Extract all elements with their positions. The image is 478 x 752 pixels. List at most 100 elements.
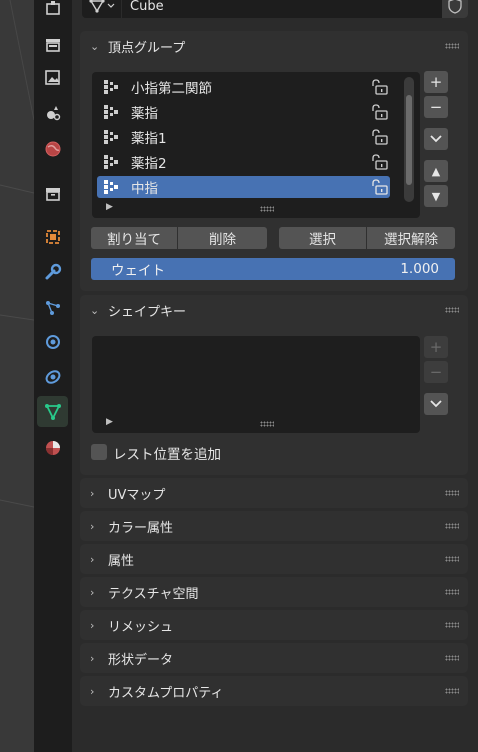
filter-options-toggle-icon[interactable]: ▶ xyxy=(106,202,113,212)
weight-value: 1.000 xyxy=(400,261,439,277)
drag-handle-icon[interactable] xyxy=(445,622,459,628)
chevron-right-icon: › xyxy=(90,519,95,533)
move-down-button[interactable]: ▼ xyxy=(424,185,448,207)
shape-key-list[interactable]: ▶ xyxy=(92,336,420,433)
vertex-group-icon xyxy=(104,105,118,119)
vertex-groups-header[interactable]: ⌄ 頂点グループ xyxy=(80,31,468,61)
drag-handle-icon[interactable] xyxy=(445,43,459,49)
remesh-panel-header[interactable]: › リメッシュ xyxy=(80,610,468,640)
vertex-group-icon xyxy=(104,180,118,194)
list-item[interactable]: 薬指2 xyxy=(97,151,390,173)
add-vertex-group-button[interactable]: + xyxy=(424,71,448,93)
list-item[interactable]: 薬指 xyxy=(97,101,390,123)
panel-title: カスタムプロパティ xyxy=(108,685,224,701)
attributes-panel-header[interactable]: › 属性 xyxy=(80,544,468,574)
drag-handle-icon[interactable] xyxy=(445,655,459,661)
drag-handle-icon[interactable] xyxy=(445,688,459,694)
drag-handle-icon[interactable] xyxy=(445,490,459,496)
vertex-groups-panel: ⌄ 頂点グループ 小指第二関節 薬指 薬指1 薬指2 中指 ▶ + − ▲ ▼ … xyxy=(80,31,468,291)
properties-editor: Cube ⌄ 頂点グループ 小指第二関節 薬指 薬指1 薬指2 中指 ▶ + −… xyxy=(72,0,478,752)
view-layer-icon[interactable] xyxy=(37,97,68,128)
weight-slider[interactable]: ウェイト 1.000 xyxy=(91,258,455,280)
list-resize-handle[interactable] xyxy=(260,206,274,212)
drag-handle-icon[interactable] xyxy=(445,556,459,562)
object-icon[interactable] xyxy=(37,221,68,252)
panel-title: 形状データ xyxy=(108,652,174,668)
collection-icon[interactable] xyxy=(37,178,68,209)
relative-checkbox[interactable] xyxy=(91,444,107,460)
chevron-right-icon: › xyxy=(90,486,95,500)
vertex-group-icon xyxy=(104,130,118,144)
tool-icon[interactable] xyxy=(37,0,68,23)
vertex-groups-title: 頂点グループ xyxy=(108,40,186,56)
particles-icon[interactable] xyxy=(37,292,68,323)
relative-checkbox-label: レスト位置を追加 xyxy=(113,447,221,463)
vertex-group-label: 薬指1 xyxy=(131,131,167,147)
assign-button[interactable]: 割り当て xyxy=(91,227,177,249)
panel-title: テクスチャ空間 xyxy=(108,586,199,602)
object-data-name[interactable]: Cube xyxy=(122,0,164,14)
vertex-group-label: 小指第二関節 xyxy=(131,81,212,97)
vertex-group-list[interactable]: 小指第二関節 薬指 薬指1 薬指2 中指 ▶ xyxy=(92,72,420,218)
drag-handle-icon[interactable] xyxy=(445,307,459,313)
remove-from-group-button[interactable]: 削除 xyxy=(178,227,267,249)
geometry-data-panel-header[interactable]: › 形状データ xyxy=(80,643,468,673)
fake-user-shield-icon[interactable] xyxy=(442,0,468,18)
chevron-down-icon xyxy=(430,400,442,408)
add-shape-key-button[interactable]: + xyxy=(424,336,448,358)
vertex-group-label: 薬指2 xyxy=(131,156,167,172)
viewport-edge[interactable] xyxy=(0,0,34,752)
filter-options-toggle-icon[interactable]: ▶ xyxy=(106,417,113,427)
custom-properties-panel-header[interactable]: › カスタムプロパティ xyxy=(80,676,468,706)
list-item-selected[interactable]: 中指 xyxy=(97,176,390,198)
viewport-grid xyxy=(0,0,34,508)
panel-title: リメッシュ xyxy=(108,619,174,635)
unlock-icon[interactable] xyxy=(370,129,388,145)
panel-title: UVマップ xyxy=(108,487,166,503)
unlock-icon[interactable] xyxy=(370,179,388,195)
chevron-down-icon: ⌄ xyxy=(90,39,100,53)
vertex-group-specials-button[interactable] xyxy=(424,128,448,150)
unlock-icon[interactable] xyxy=(370,154,388,170)
list-scrollbar[interactable] xyxy=(404,77,414,202)
list-resize-handle[interactable] xyxy=(260,421,274,427)
remove-shape-key-button[interactable]: − xyxy=(424,361,448,383)
panel-title: 属性 xyxy=(108,553,135,569)
list-item[interactable]: 小指第二関節 xyxy=(97,76,390,98)
chevron-right-icon: › xyxy=(90,552,95,566)
constraints-icon[interactable] xyxy=(37,361,68,392)
data-icon[interactable] xyxy=(37,396,68,427)
material-icon[interactable] xyxy=(37,432,68,463)
properties-tab-bar xyxy=(34,0,72,752)
uv-maps-panel-header[interactable]: › UVマップ xyxy=(80,478,468,508)
shape-key-specials-button[interactable] xyxy=(424,393,448,415)
color-attributes-panel-header[interactable]: › カラー属性 xyxy=(80,511,468,541)
remove-vertex-group-button[interactable]: − xyxy=(424,96,448,118)
chevron-down-icon xyxy=(430,135,442,143)
mesh-data-icon[interactable] xyxy=(82,0,122,18)
output-icon[interactable] xyxy=(37,62,68,93)
physics-icon[interactable] xyxy=(37,326,68,357)
shape-keys-header[interactable]: ⌄ シェイプキー xyxy=(80,295,468,325)
list-item[interactable]: 薬指1 xyxy=(97,126,390,148)
render-icon[interactable] xyxy=(37,29,68,60)
vertex-group-label: 薬指 xyxy=(131,106,158,122)
object-data-selector[interactable]: Cube xyxy=(82,0,468,18)
move-up-button[interactable]: ▲ xyxy=(424,160,448,182)
drag-handle-icon[interactable] xyxy=(445,589,459,595)
unlock-icon[interactable] xyxy=(370,104,388,120)
scrollbar-thumb[interactable] xyxy=(406,95,412,185)
chevron-right-icon: › xyxy=(90,618,95,632)
chevron-down-icon: ⌄ xyxy=(90,303,100,317)
select-button[interactable]: 選択 xyxy=(279,227,366,249)
shape-keys-title: シェイプキー xyxy=(108,304,187,320)
unlock-icon[interactable] xyxy=(370,79,388,95)
deselect-button[interactable]: 選択解除 xyxy=(367,227,455,249)
chevron-right-icon: › xyxy=(90,651,95,665)
texture-space-panel-header[interactable]: › テクスチャ空間 xyxy=(80,577,468,607)
panel-title: カラー属性 xyxy=(108,520,174,536)
drag-handle-icon[interactable] xyxy=(445,523,459,529)
chevron-right-icon: › xyxy=(90,684,95,698)
modifier-icon[interactable] xyxy=(37,256,68,287)
scene-icon[interactable] xyxy=(37,133,68,164)
